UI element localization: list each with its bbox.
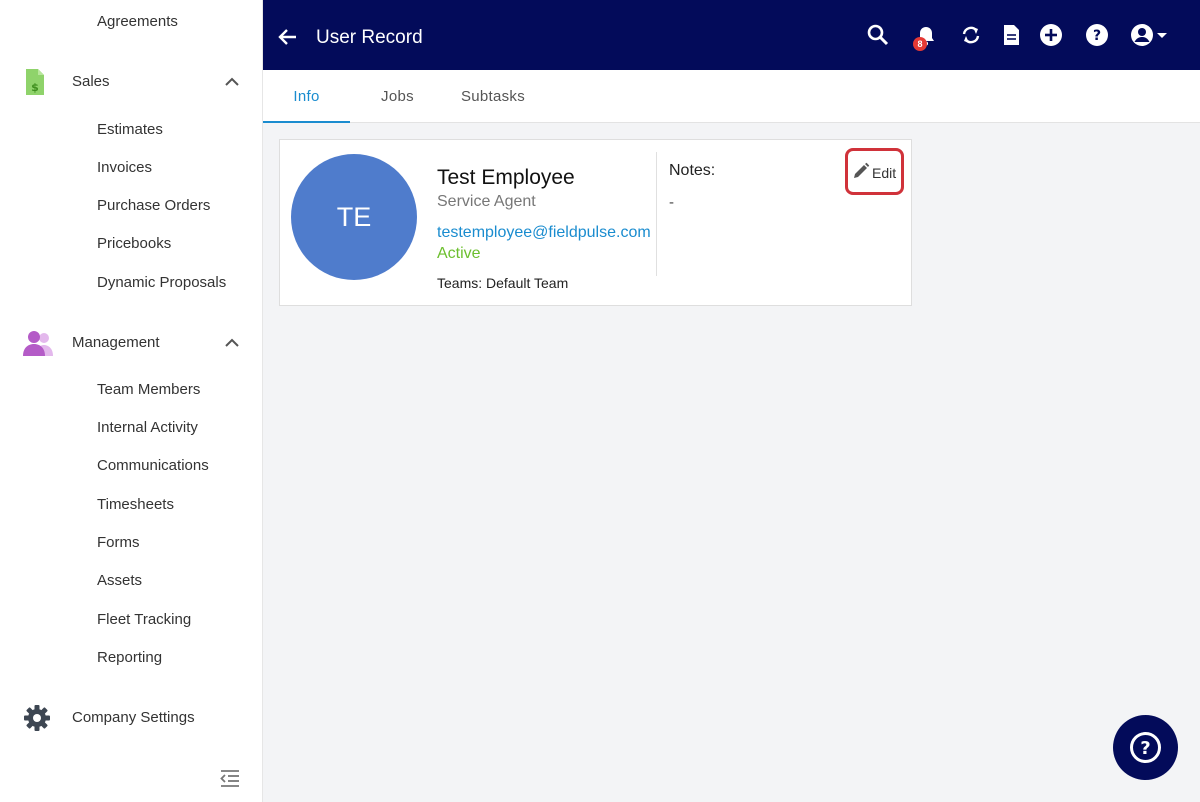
sidebar-item-forms[interactable]: Forms [97,533,140,553]
sidebar-section-management[interactable]: Management [0,323,263,363]
user-teams: Teams: Default Team [437,275,569,291]
sidebar-item-team-members[interactable]: Team Members [97,380,200,400]
sidebar-item-assets[interactable]: Assets [97,571,142,591]
document-icon[interactable] [998,22,1024,48]
users-icon [22,329,53,357]
collapse-sidebar-icon[interactable] [218,768,242,790]
sidebar-section-sales[interactable]: $ Sales [0,62,263,102]
sidebar-section-label: Company Settings [72,709,195,726]
svg-text:?: ? [1140,738,1150,759]
user-name: Test Employee [437,166,575,189]
edit-button-label: Edit [872,165,897,181]
tab-jobs[interactable]: Jobs [360,70,435,123]
top-bar: User Record 8 ? [263,0,1200,70]
svg-text:$: $ [31,81,39,94]
notes-value: - [669,194,674,211]
gear-icon [22,704,52,732]
pencil-icon [852,162,870,180]
notification-count-badge: 8 [913,37,927,51]
tab-subtasks[interactable]: Subtasks [448,70,538,123]
sidebar-item-timesheets[interactable]: Timesheets [97,495,174,515]
sidebar-item-pricebooks[interactable]: Pricebooks [97,234,171,254]
notes-label: Notes: [669,162,716,179]
dollar-document-icon: $ [22,68,52,96]
search-icon[interactable] [865,22,891,48]
card-divider [656,152,657,276]
sidebar: Agreements $ Sales Estimates Invoices Pu… [0,0,263,802]
user-info-card: TE Test Employee Service Agent testemplo… [279,139,912,306]
user-role: Service Agent [437,193,536,210]
back-arrow-icon[interactable] [276,25,300,49]
sidebar-item-dynamic-proposals[interactable]: Dynamic Proposals [97,273,226,293]
sidebar-item-purchase-orders[interactable]: Purchase Orders [97,196,210,216]
status-label: Active [437,245,481,262]
sidebar-item-company-settings[interactable]: Company Settings [0,698,263,738]
account-menu-icon[interactable] [1129,22,1173,48]
svg-text:?: ? [1093,28,1101,44]
sidebar-item-internal-activity[interactable]: Internal Activity [97,418,198,438]
help-icon: ? [1130,732,1161,763]
sidebar-section-label: Management [72,334,160,351]
help-icon[interactable]: ? [1084,22,1110,48]
chevron-up-icon[interactable] [222,333,242,353]
sidebar-item-reporting[interactable]: Reporting [97,648,162,668]
page-title: User Record [316,27,423,48]
tab-bar: Info Jobs Subtasks [263,70,1200,123]
sidebar-item-agreements[interactable]: Agreements [97,12,178,32]
sidebar-item-estimates[interactable]: Estimates [97,120,163,140]
edit-button[interactable]: Edit [845,148,904,195]
sidebar-item-communications[interactable]: Communications [97,456,209,476]
avatar: TE [291,154,417,280]
help-chat-button[interactable]: ? [1113,715,1178,780]
user-email-link[interactable]: testemployee@fieldpulse.com [437,223,651,243]
sidebar-section-label: Sales [72,73,110,90]
sidebar-item-invoices[interactable]: Invoices [97,158,152,178]
sync-icon[interactable] [958,22,984,48]
sidebar-item-fleet-tracking[interactable]: Fleet Tracking [97,610,191,630]
add-circle-icon[interactable] [1038,22,1064,48]
chevron-up-icon[interactable] [222,72,242,92]
tab-info[interactable]: Info [263,70,350,123]
